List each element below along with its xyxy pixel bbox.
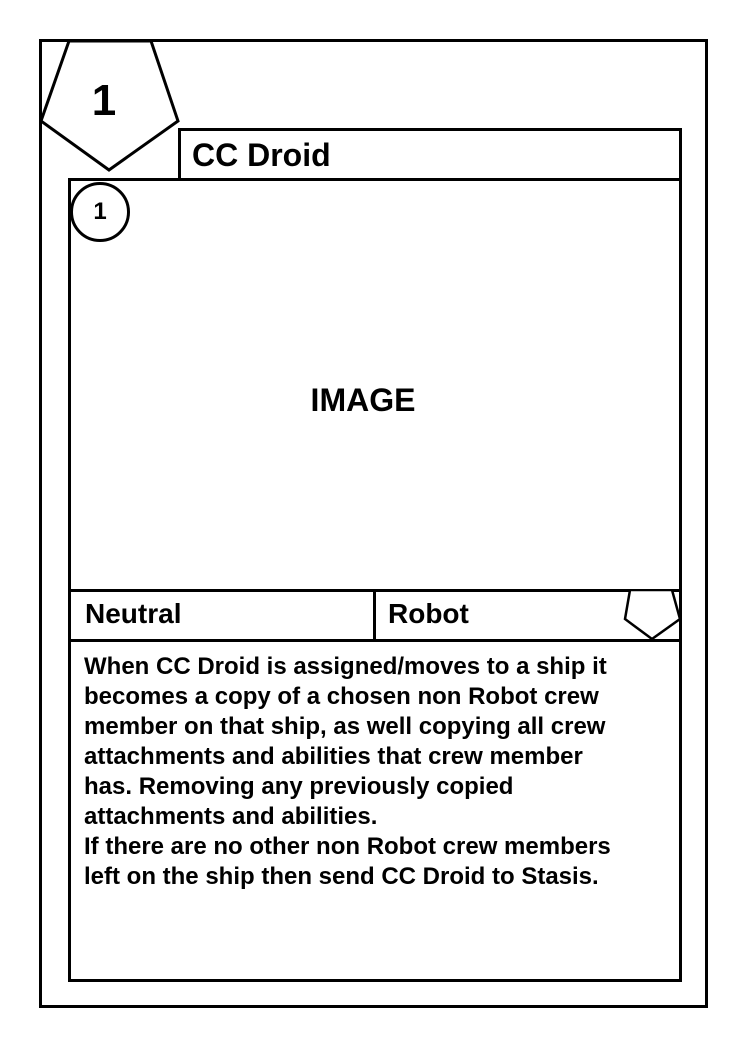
power-value: 1: [93, 198, 107, 225]
card-title: CC Droid: [192, 137, 331, 173]
faction-label: Neutral: [85, 598, 182, 629]
type-label: Robot: [388, 598, 469, 629]
cost-value: 1: [91, 76, 117, 125]
type-divider: [373, 589, 376, 642]
image-label: IMAGE: [310, 382, 416, 418]
type-pentagon-icon: [623, 589, 682, 641]
ability-text: When CC Droid is assigned/moves to a shi…: [84, 653, 611, 890]
